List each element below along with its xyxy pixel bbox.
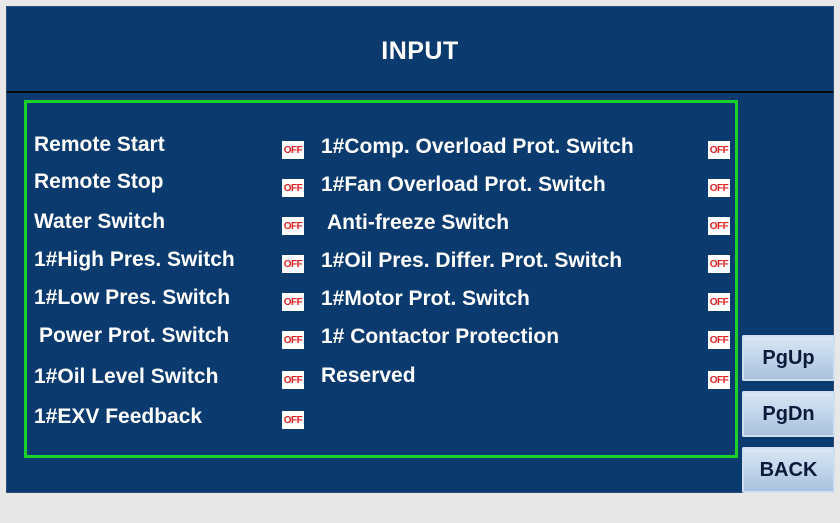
- input-label-low-pres-switch: 1#Low Pres. Switch: [34, 286, 231, 309]
- status-indicator-oil-pres-differ-prot-switch: OFF: [708, 255, 730, 273]
- input-label-oil-level-switch: 1#Oil Level Switch: [34, 365, 219, 388]
- hmi-screen: INPUT Remote Start OFF Remote Stop OFF W…: [6, 6, 835, 493]
- input-label-high-pres-switch: 1#High Pres. Switch: [34, 248, 235, 271]
- input-label-motor-prot-switch: 1#Motor Prot. Switch: [321, 287, 530, 310]
- input-label-oil-pres-differ-prot-switch: 1#Oil Pres. Differ. Prot. Switch: [321, 249, 623, 272]
- status-indicator-anti-freeze-switch: OFF: [708, 217, 730, 235]
- back-button[interactable]: BACK: [742, 447, 835, 493]
- status-indicator-low-pres-switch: OFF: [282, 293, 304, 311]
- input-label-remote-start: Remote Start: [34, 133, 165, 156]
- input-label-comp-overload-prot-switch: 1#Comp. Overload Prot. Switch: [321, 135, 634, 158]
- status-indicator-exv-feedback: OFF: [282, 411, 304, 429]
- input-label-anti-freeze-switch: Anti-freeze Switch: [327, 211, 510, 234]
- input-label-remote-stop: Remote Stop: [34, 170, 164, 193]
- input-label-reserved: Reserved: [321, 364, 416, 387]
- status-indicator-high-pres-switch: OFF: [282, 255, 304, 273]
- input-label-exv-feedback: 1#EXV Feedback: [34, 405, 203, 428]
- status-indicator-reserved: OFF: [708, 371, 730, 389]
- status-indicator-comp-overload-prot-switch: OFF: [708, 141, 730, 159]
- title-bar: INPUT: [7, 7, 833, 93]
- status-indicator-power-prot-switch: OFF: [282, 331, 304, 349]
- input-label-contactor-protection: 1# Contactor Protection: [321, 325, 560, 348]
- status-indicator-motor-prot-switch: OFF: [708, 293, 730, 311]
- input-status-panel: Remote Start OFF Remote Stop OFF Water S…: [24, 100, 738, 458]
- status-indicator-remote-stop: OFF: [282, 179, 304, 197]
- status-indicator-fan-overload-prot-switch: OFF: [708, 179, 730, 197]
- input-label-fan-overload-prot-switch: 1#Fan Overload Prot. Switch: [321, 173, 606, 196]
- page-up-button[interactable]: PgUp: [742, 335, 835, 381]
- status-indicator-remote-start: OFF: [282, 141, 304, 159]
- input-label-water-switch: Water Switch: [34, 210, 166, 233]
- page-down-button[interactable]: PgDn: [742, 391, 835, 437]
- page-title: INPUT: [381, 37, 459, 65]
- input-label-power-prot-switch: Power Prot. Switch: [39, 324, 230, 347]
- status-indicator-oil-level-switch: OFF: [282, 371, 304, 389]
- status-indicator-contactor-protection: OFF: [708, 331, 730, 349]
- status-indicator-water-switch: OFF: [282, 217, 304, 235]
